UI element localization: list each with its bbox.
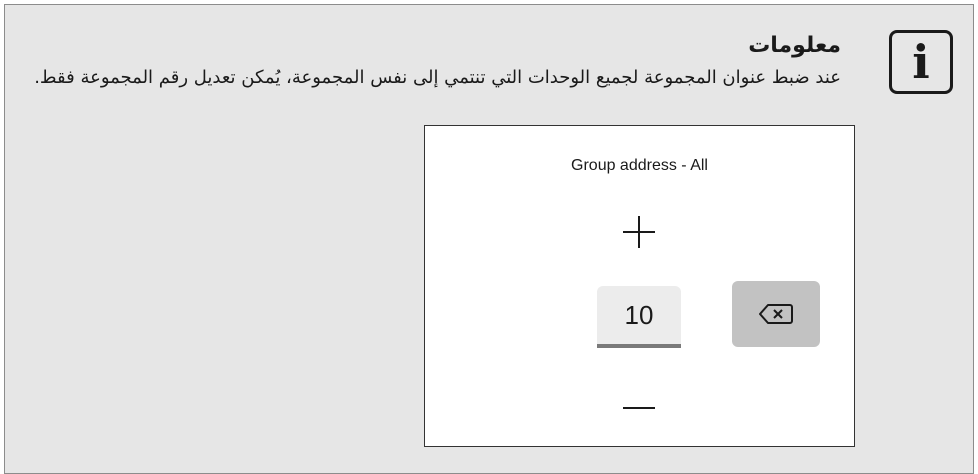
backspace-button[interactable] — [732, 281, 820, 347]
note-title: معلومات — [748, 33, 841, 58]
decrement-button[interactable] — [617, 386, 661, 430]
group-number-value: 10 — [624, 300, 654, 330]
group-address-screen: Group address - All 10 — [424, 125, 855, 447]
increment-button[interactable] — [617, 210, 661, 254]
note-body: عند ضبط عنوان المجموعة لجميع الوحدات الت… — [34, 67, 841, 88]
screen-title: Group address - All — [571, 157, 708, 174]
backspace-icon — [759, 304, 793, 324]
group-number-field[interactable]: 10 — [597, 286, 681, 348]
info-icon-glyph: i — [912, 35, 930, 89]
info-icon: i — [889, 30, 953, 94]
